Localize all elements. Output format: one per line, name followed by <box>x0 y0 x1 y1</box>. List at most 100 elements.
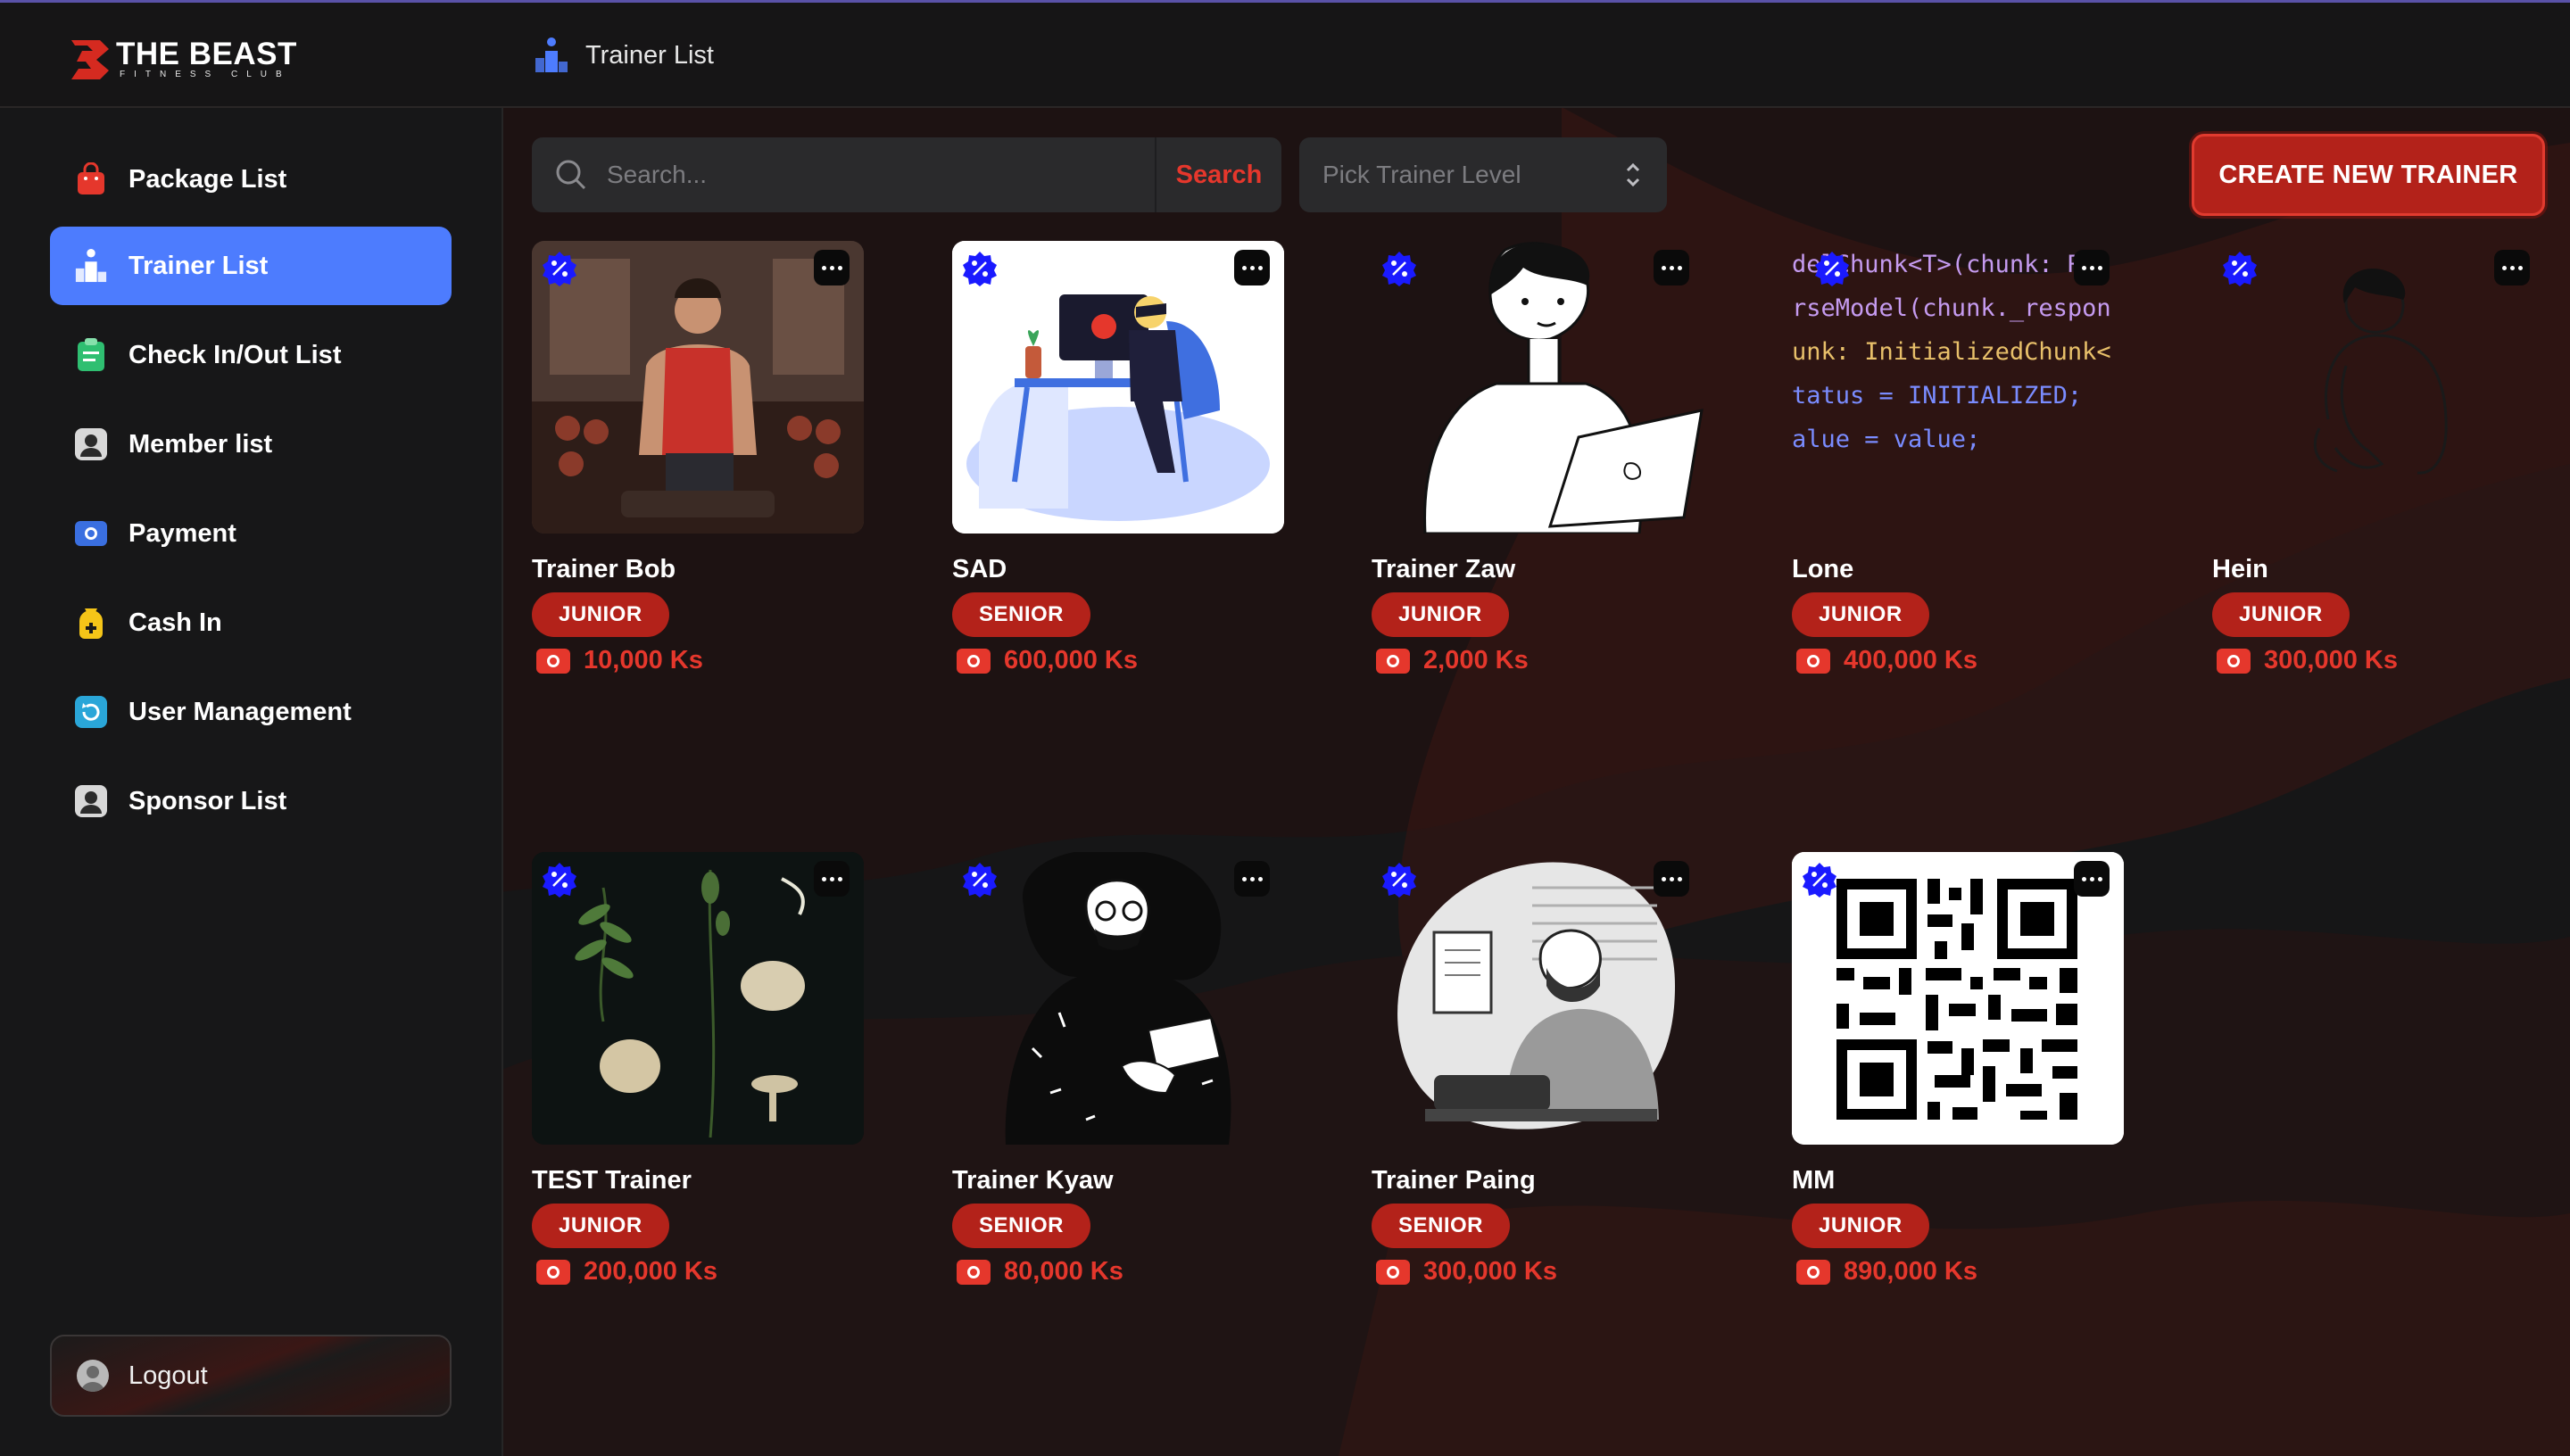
sidebar-item-label: User Management <box>128 697 352 726</box>
trainer-photo <box>1372 241 1704 534</box>
trainer-level-badge: JUNIOR <box>2212 592 2350 637</box>
trainer-level-badge: JUNIOR <box>1792 592 1929 637</box>
trainer-price: 300,000 Ks <box>1375 1257 1557 1286</box>
trainer-name: Hein <box>2212 555 2268 583</box>
brand-title: THE BEAST <box>116 37 297 71</box>
sidebar-item-trainer-list[interactable]: Trainer List <box>50 227 452 305</box>
trainer-level-badge: SENIOR <box>952 592 1091 637</box>
cash-bag-icon <box>73 605 109 641</box>
sidebar-item-label: Payment <box>128 518 236 548</box>
search-icon <box>556 160 586 190</box>
sidebar-item-label: Member list <box>128 429 273 459</box>
verified-badge-icon <box>543 252 576 286</box>
trainer-card[interactable]: delChunk<T>(chunk: Res rseModel(chunk._r… <box>1792 241 2124 674</box>
brand-logo[interactable]: THE BEAST FITNESS CLUB <box>70 38 297 81</box>
code-line: alue = value; <box>1792 426 1981 453</box>
sidebar-item-label: Package List <box>128 164 287 194</box>
more-options-button[interactable] <box>2074 250 2110 285</box>
create-new-trainer-button[interactable]: CREATE NEW TRAINER <box>2192 134 2545 216</box>
sidebar-item-sponsor-list[interactable]: Sponsor List <box>50 762 452 840</box>
trainer-photo <box>1792 852 2124 1145</box>
sidebar-item-label: Cash In <box>128 608 222 637</box>
cash-icon <box>957 1259 991 1285</box>
trainer-photo <box>952 852 1284 1145</box>
sidebar-item-label: Trainer List <box>128 251 269 280</box>
trainer-price-value: 2,000 Ks <box>1423 646 1529 674</box>
verified-badge-icon <box>1382 252 1416 286</box>
search-button[interactable]: Search <box>1155 137 1281 212</box>
trainer-name: Trainer Bob <box>532 555 676 583</box>
trainer-card[interactable]: Trainer Kyaw SENIOR 80,000 Ks <box>952 852 1284 1286</box>
chevron-updown-icon <box>1626 162 1640 187</box>
brand-subtitle: FITNESS CLUB <box>120 70 291 79</box>
trainer-price: 80,000 Ks <box>956 1257 1123 1286</box>
trainer-price-value: 890,000 Ks <box>1844 1257 1977 1286</box>
page-title: Trainer List <box>585 40 714 70</box>
trainer-price: 300,000 Ks <box>2216 646 2398 675</box>
more-options-button[interactable] <box>2074 861 2110 897</box>
trainer-price-value: 300,000 Ks <box>2264 646 2398 674</box>
trainer-name: TEST Trainer <box>532 1166 692 1195</box>
trainer-photo <box>532 852 864 1145</box>
trainer-name: Trainer Zaw <box>1372 555 1516 583</box>
trainer-level-badge: SENIOR <box>1372 1204 1511 1248</box>
trainer-card[interactable]: Trainer Bob JUNIOR 10,000 Ks <box>532 241 864 674</box>
top-header: THE BEAST FITNESS CLUB Trainer List <box>0 3 2570 108</box>
more-options-button[interactable] <box>814 250 850 285</box>
trainer-name: SAD <box>952 555 1007 583</box>
trainer-card[interactable]: MM JUNIOR 890,000 Ks <box>1792 852 2124 1286</box>
cash-icon <box>1796 648 1830 674</box>
trainer-level-badge: SENIOR <box>952 1204 1091 1248</box>
cash-icon <box>1796 1259 1830 1285</box>
search-input[interactable] <box>607 137 1155 212</box>
sidebar-item-cash-in[interactable]: Cash In <box>50 583 452 662</box>
trainer-price: 10,000 Ks <box>535 646 703 675</box>
trainer-price: 200,000 Ks <box>535 1257 717 1286</box>
verified-badge-icon <box>1815 252 1849 286</box>
sidebar: Package List Trainer List Check In/Out L… <box>0 108 503 1456</box>
sidebar-item-user-management[interactable]: User Management <box>50 673 452 751</box>
sidebar-item-package-list[interactable]: Package List <box>50 140 452 219</box>
trainer-level-select[interactable]: Pick Trainer Level <box>1299 137 1667 212</box>
trainer-name: Lone <box>1792 555 1854 583</box>
logout-button[interactable]: Logout <box>50 1335 452 1417</box>
sidebar-item-check-in-out-list[interactable]: Check In/Out List <box>50 316 452 394</box>
trainer-price: 600,000 Ks <box>956 646 1138 675</box>
shopping-bag-icon <box>73 161 109 197</box>
more-options-button[interactable] <box>2494 250 2530 285</box>
more-options-button[interactable] <box>814 861 850 897</box>
sidebar-item-label: Sponsor List <box>128 786 287 815</box>
sidebar-item-member-list[interactable]: Member list <box>50 405 452 484</box>
cash-icon <box>536 1259 570 1285</box>
trainer-level-placeholder: Pick Trainer Level <box>1322 161 1521 188</box>
trainer-card[interactable]: SAD SENIOR 600,000 Ks <box>952 241 1284 674</box>
cash-icon <box>2217 648 2251 674</box>
sidebar-item-payment[interactable]: Payment <box>50 494 452 573</box>
trainer-level-badge: JUNIOR <box>1372 592 1509 637</box>
verified-badge-icon <box>1382 863 1416 898</box>
trainer-card[interactable]: Trainer Zaw JUNIOR 2,000 Ks <box>1372 241 1704 674</box>
more-options-button[interactable] <box>1234 250 1270 285</box>
trainer-card[interactable]: Trainer Paing SENIOR 300,000 Ks <box>1372 852 1704 1286</box>
more-options-button[interactable] <box>1234 861 1270 897</box>
trainer-name: Trainer Kyaw <box>952 1166 1114 1195</box>
trainer-card[interactable]: TEST Trainer JUNIOR 200,000 Ks <box>532 852 864 1286</box>
verified-badge-icon <box>2223 252 2257 286</box>
trainer-card[interactable]: Hein JUNIOR 300,000 Ks <box>2212 241 2544 674</box>
member-icon <box>73 426 109 462</box>
more-options-button[interactable] <box>1654 250 1689 285</box>
avatar <box>77 1360 109 1392</box>
trainer-level-badge: JUNIOR <box>532 592 669 637</box>
cash-icon <box>1376 648 1410 674</box>
trainer-name: Trainer Paing <box>1372 1166 1536 1195</box>
code-line: unk: InitializedChunk< <box>1792 338 2111 366</box>
trainer-photo <box>1372 852 1704 1145</box>
trainer-price-value: 400,000 Ks <box>1844 646 1977 674</box>
podium-icon <box>73 248 109 284</box>
more-options-button[interactable] <box>1654 861 1689 897</box>
trainer-price-value: 600,000 Ks <box>1004 646 1138 674</box>
trainer-price-value: 10,000 Ks <box>584 646 703 674</box>
verified-badge-icon <box>963 252 997 286</box>
verified-badge-icon <box>1803 863 1836 898</box>
trainer-photo <box>2212 241 2544 534</box>
